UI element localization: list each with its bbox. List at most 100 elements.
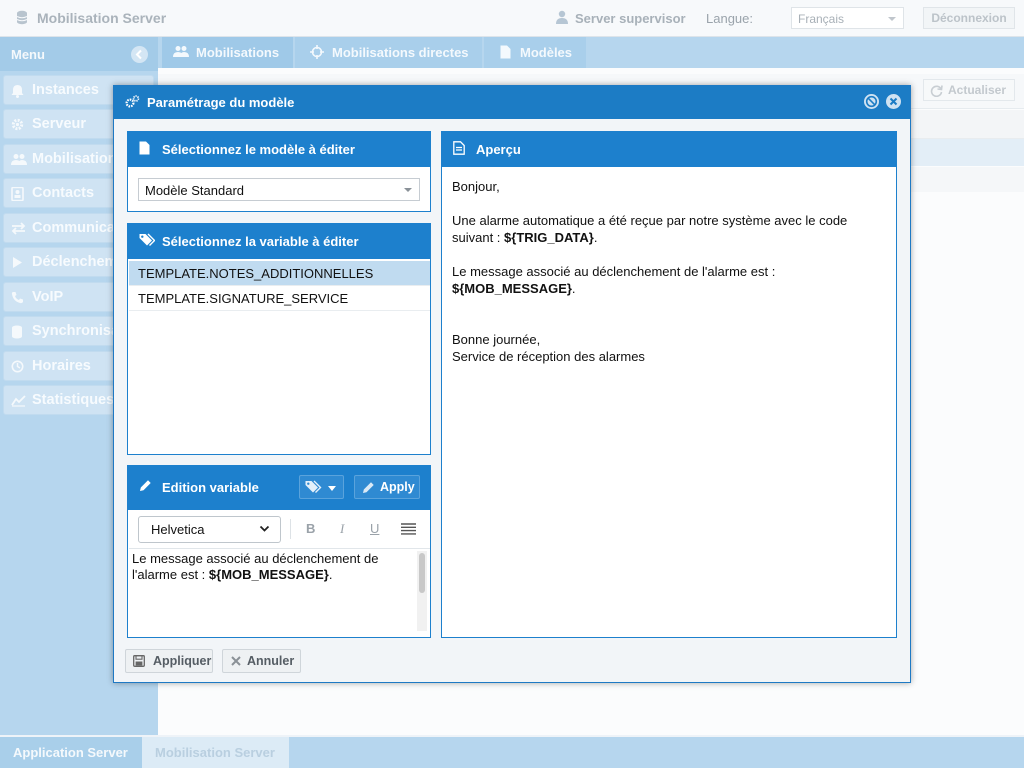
- tab-label: Modèles: [520, 45, 573, 60]
- apply-variable-button[interactable]: Apply: [354, 475, 420, 499]
- cancel-button[interactable]: Annuler: [222, 649, 301, 673]
- toolbar-divider: [290, 519, 291, 539]
- pencil-icon: [362, 481, 375, 494]
- bell-icon: [11, 84, 24, 98]
- preview-paragraph: Le message associé au déclenchement de l…: [452, 264, 776, 296]
- tab-label: Mobilisations directes: [332, 45, 469, 60]
- save-icon: [133, 655, 145, 667]
- model-panel-header: Sélectionnez le modèle à éditer: [127, 131, 431, 166]
- editor-scrollbar-thumb[interactable]: [419, 553, 425, 593]
- italic-button[interactable]: I: [340, 521, 344, 537]
- font-value: Helvetica: [151, 522, 205, 537]
- tab-mobilisations[interactable]: Mobilisations: [162, 37, 293, 68]
- edit-panel-title: Edition variable: [162, 480, 259, 495]
- chevron-down-icon: [259, 523, 270, 534]
- tags-icon: [305, 480, 323, 494]
- sidebar-item-label: Horaires: [32, 358, 91, 374]
- menu-title: Menu: [11, 47, 45, 62]
- users-icon: [11, 153, 27, 166]
- caret-down-icon: [328, 486, 336, 491]
- chevron-down-icon: [404, 188, 412, 192]
- bottom-tab-label: Mobilisation Server: [155, 745, 275, 760]
- language-select[interactable]: Français: [791, 7, 904, 29]
- sidebar-item-label: Contacts: [32, 185, 95, 201]
- variable-panel-title: Sélectionnez la variable à éditer: [162, 234, 359, 249]
- variable-label: TEMPLATE.NOTES_ADDITIONNELLES: [138, 266, 374, 281]
- close-icon: [889, 97, 898, 106]
- collapse-menu-button[interactable]: [131, 46, 148, 63]
- logout-button[interactable]: Déconnexion: [923, 7, 1015, 29]
- language-label: Langue:: [706, 11, 753, 26]
- apply-button[interactable]: Appliquer: [125, 649, 213, 673]
- insert-variable-dropdown[interactable]: [299, 475, 344, 499]
- user-name[interactable]: Server supervisor: [575, 11, 686, 26]
- tags-icon: [139, 233, 155, 247]
- bold-button[interactable]: B: [306, 521, 315, 536]
- user-icon: [555, 10, 569, 24]
- list-item[interactable]: TEMPLATE.NOTES_ADDITIONNELLES: [129, 261, 430, 286]
- align-justify-icon: [401, 523, 416, 535]
- crosshair-icon: [310, 45, 324, 59]
- variable-panel-header: Sélectionnez la variable à éditer: [127, 223, 431, 258]
- sidebar-item-label: Statistiques: [32, 392, 115, 408]
- preview-paragraph: Une alarme automatique a été reçue par n…: [452, 213, 848, 245]
- file-icon: [139, 141, 150, 155]
- sidebar-item-label: VoIP: [32, 289, 64, 305]
- cancel-button-label: Annuler: [247, 654, 295, 668]
- chart-icon: [11, 394, 26, 407]
- refresh-button[interactable]: Actualiser: [923, 79, 1015, 101]
- database-icon: [16, 10, 28, 25]
- bottom-tab-label: Application Server: [13, 745, 128, 760]
- chevron-down-icon: [888, 17, 896, 21]
- dialog-title: Paramétrage du modèle: [147, 95, 295, 110]
- align-justify-button[interactable]: [401, 523, 416, 535]
- bottom-tab-application-server[interactable]: Application Server: [0, 737, 142, 768]
- preview-variable: ${TRIG_DATA}: [504, 230, 594, 245]
- document-icon: [453, 141, 465, 155]
- tab-label: Mobilisations: [196, 45, 280, 60]
- preview-closing: Bonne journée,: [452, 332, 541, 347]
- preview-greeting: Bonjour,: [452, 179, 500, 194]
- language-value: Français: [798, 12, 845, 26]
- chevron-left-icon: [135, 49, 142, 60]
- gears-icon: [125, 95, 140, 108]
- tab-mobilisations-directes[interactable]: Mobilisations directes: [295, 37, 482, 68]
- apply-label: Apply: [380, 480, 415, 494]
- refresh-icon: [930, 84, 943, 97]
- phone-icon: [11, 291, 24, 304]
- font-select[interactable]: Helvetica: [138, 516, 281, 543]
- preview-panel-header: Aperçu: [441, 131, 897, 166]
- play-icon: [11, 256, 23, 269]
- dialog-close-button[interactable]: [886, 94, 901, 109]
- clock-icon: [11, 360, 24, 373]
- preview-panel-title: Aperçu: [476, 142, 521, 157]
- editor-variable: ${MOB_MESSAGE}: [208, 567, 329, 582]
- pencil-icon: [139, 479, 152, 492]
- users-icon: [173, 45, 189, 58]
- apply-button-label: Appliquer: [153, 654, 212, 668]
- tab-modeles[interactable]: Modèles: [484, 37, 586, 68]
- database-icon: [11, 325, 23, 339]
- editor-content[interactable]: Le message associé au déclenchement de l…: [132, 551, 414, 583]
- ban-icon: [865, 95, 878, 108]
- sidebar-item-label: Serveur: [32, 116, 87, 132]
- bottom-tab-mobilisation-server[interactable]: Mobilisation Server: [142, 737, 289, 768]
- preview-variable: ${MOB_MESSAGE}: [452, 281, 572, 296]
- dialog-minimize-button[interactable]: [864, 94, 879, 109]
- model-select[interactable]: Modèle Standard: [138, 178, 420, 201]
- editor-text-after: .: [328, 567, 333, 582]
- exchange-icon: [11, 222, 26, 235]
- preview-signature: Service de réception des alarmes: [452, 349, 645, 364]
- sidebar-item-label: Mobilisations: [32, 151, 125, 167]
- refresh-label: Actualiser: [948, 83, 1007, 97]
- model-panel-title: Sélectionnez le modèle à éditer: [162, 142, 355, 157]
- file-icon: [500, 45, 511, 59]
- underline-button[interactable]: U: [370, 521, 379, 536]
- list-item[interactable]: TEMPLATE.SIGNATURE_SERVICE: [129, 286, 430, 311]
- sidebar-item-label: Instances: [32, 82, 99, 98]
- gear-icon: [11, 118, 24, 131]
- variable-label: TEMPLATE.SIGNATURE_SERVICE: [138, 291, 349, 306]
- model-select-value: Modèle Standard: [145, 183, 245, 198]
- close-icon: [231, 656, 241, 666]
- address-book-icon: [11, 187, 24, 201]
